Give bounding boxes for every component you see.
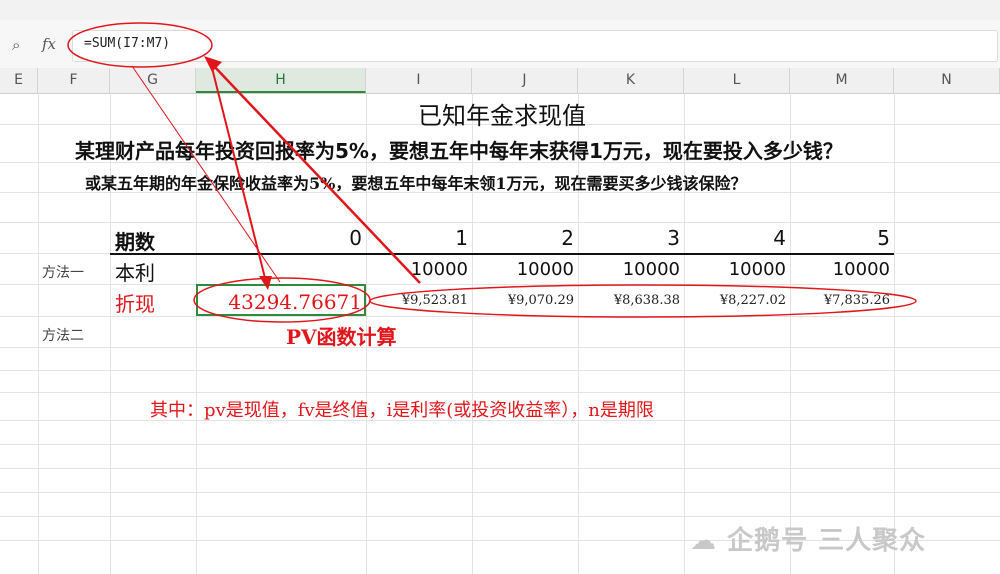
discount-values-ellipse <box>369 284 917 318</box>
arrow-to-formula <box>211 63 421 284</box>
watermark-icon: ☁ <box>690 526 728 556</box>
annotation-overlay <box>67 22 917 323</box>
arrow-head-formula <box>204 56 222 72</box>
formula-highlight-ellipse <box>67 22 213 68</box>
watermark: ☁ 企鹅号 三人聚众 <box>690 520 926 557</box>
arrow-head-sum <box>259 276 272 290</box>
sum-highlight-ellipse <box>193 277 371 323</box>
thin-link-line <box>131 65 281 283</box>
watermark-text: 企鹅号 三人聚众 <box>727 526 927 556</box>
